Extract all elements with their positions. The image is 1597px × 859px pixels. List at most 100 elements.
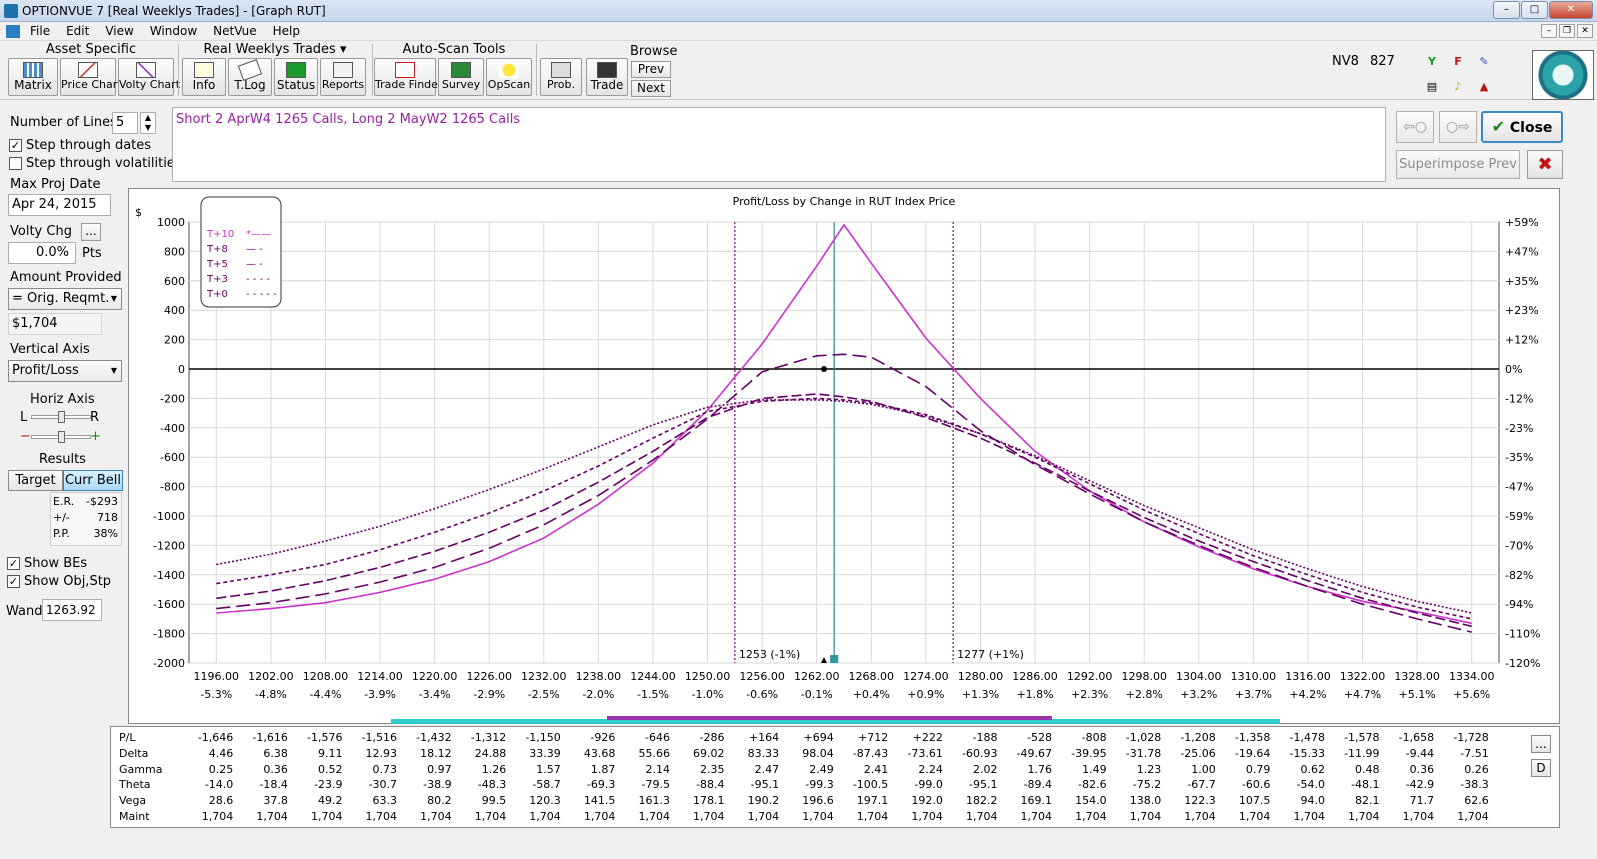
- auto-scan-title: Auto-Scan Tools: [402, 42, 506, 57]
- matrix-button[interactable]: Matrix: [8, 58, 58, 96]
- app-icon: [4, 3, 18, 18]
- mdi-doc-icon[interactable]: [6, 24, 20, 38]
- y-axis-label: $: [135, 206, 142, 219]
- table-cell: 63.3: [372, 794, 398, 808]
- y-tick-label: 600: [164, 275, 185, 288]
- info-button[interactable]: Info: [182, 58, 226, 96]
- superimpose-prev-button[interactable]: Superimpose Prev: [1396, 150, 1520, 179]
- y-right-tick-label: -23%: [1505, 422, 1533, 435]
- real-weeklys-title[interactable]: Real Weeklys Trades ▾: [180, 42, 370, 57]
- flag-icon[interactable]: F: [1450, 55, 1466, 69]
- legend-sample: *——: [246, 229, 271, 240]
- menu-view[interactable]: View: [97, 24, 141, 38]
- minimize-button[interactable]: –: [1493, 1, 1520, 19]
- alarm-icon[interactable]: ♪: [1450, 80, 1466, 94]
- table-detail-button[interactable]: D: [1531, 759, 1551, 777]
- prob-button[interactable]: Prob.: [540, 58, 582, 96]
- status-button[interactable]: Status: [274, 58, 318, 96]
- table-cell: -49.67: [1016, 746, 1053, 760]
- x-tick-pct-label: -4.8%: [255, 688, 287, 701]
- horiz-l-label: L: [20, 410, 28, 425]
- show-bes-checkbox[interactable]: ✓ Show BEs: [7, 556, 87, 571]
- alert-icon[interactable]: ▲: [1476, 80, 1492, 94]
- row-label: Vega: [119, 794, 147, 808]
- target-button[interactable]: Target: [8, 470, 63, 491]
- chevron-down-icon: ▼: [110, 366, 117, 375]
- max-proj-date-input[interactable]: Apr 24, 2015: [8, 194, 111, 216]
- volty-chg-input[interactable]: 0.0%: [8, 242, 76, 264]
- menu-window[interactable]: Window: [142, 24, 205, 38]
- show-objstp-checkbox[interactable]: ✓ Show Obj,Stp: [7, 574, 111, 589]
- mdi-close-button[interactable]: ✕: [1577, 24, 1593, 38]
- x-tick-label: 1286.00: [1012, 670, 1058, 683]
- curr-bell-button[interactable]: Curr Bell: [63, 470, 123, 491]
- amount-provided-select[interactable]: = Orig. Reqmt. ▼: [8, 288, 122, 310]
- prev-button[interactable]: Prev: [631, 61, 671, 78]
- pl-chart[interactable]: Profit/Loss by Change in RUT Index Price…: [128, 188, 1560, 724]
- table-cell: -1,576: [306, 731, 343, 744]
- probability-range-bar-inner: [607, 716, 1052, 720]
- mdi-minimize-button[interactable]: –: [1541, 24, 1557, 38]
- close-window-button[interactable]: ✕: [1549, 1, 1593, 19]
- y-right-tick-label: -12%: [1505, 392, 1533, 405]
- matrix-label: Matrix: [14, 78, 52, 92]
- trade-button[interactable]: Trade: [586, 58, 628, 96]
- menu-netvue[interactable]: NetVue: [205, 24, 264, 38]
- volty-chart-button[interactable]: Volty Chart: [118, 58, 180, 96]
- x-tick-pct-label: -0.1%: [801, 688, 833, 701]
- y-right-tick-label: -35%: [1505, 451, 1533, 464]
- reports-label: Reports: [321, 78, 365, 91]
- table-cell: -31.78: [1125, 746, 1162, 760]
- check-icon: ✔: [1491, 117, 1505, 136]
- trade-finder-button[interactable]: Trade Finder: [374, 58, 442, 96]
- table-cell: 1.87: [590, 762, 616, 776]
- forward-arrow-button[interactable]: ○⇨: [1439, 111, 1477, 143]
- menu-file[interactable]: File: [22, 24, 58, 38]
- restore-button[interactable]: □: [1521, 1, 1548, 19]
- horiz-axis-slider[interactable]: [31, 411, 91, 423]
- number-of-lines-spinner[interactable]: ▲ ▼: [140, 112, 156, 134]
- wand-input[interactable]: 1263.92: [42, 599, 102, 621]
- back-arrow-button[interactable]: ⇦○: [1396, 111, 1434, 143]
- table-cell: -1,646: [197, 731, 234, 744]
- menu-edit[interactable]: Edit: [58, 24, 97, 38]
- print-icon[interactable]: ▤: [1424, 80, 1440, 94]
- step-vols-checkbox[interactable]: Step through volatilities: [9, 156, 182, 171]
- real-weeklys-group: Real Weeklys Trades ▾ Info T.Log Status …: [180, 42, 370, 98]
- table-row: Vega 28.6 37.8 49.2 63.3 80.2 99.5 120.3 141.5 16…: [111, 794, 1561, 810]
- vertical-axis-select[interactable]: Profit/Loss ▼: [8, 360, 122, 382]
- table-cell: +694: [803, 731, 834, 744]
- table-row: P/L -1,646 -1,616 -1,576 -1,516 -1,432 -1,312 -…: [111, 731, 1561, 747]
- table-cell: 138.0: [1129, 794, 1162, 808]
- step-dates-checkbox[interactable]: ✓ Step through dates: [9, 138, 151, 153]
- zoom-slider[interactable]: [31, 431, 91, 443]
- slider-thumb[interactable]: [58, 411, 65, 423]
- tlog-button[interactable]: T.Log: [228, 58, 272, 96]
- volty-chg-button[interactable]: ...: [81, 223, 101, 241]
- table-cell: 1,704: [1457, 810, 1489, 823]
- number-of-lines-input[interactable]: 5: [112, 112, 138, 134]
- nv8-value: 827: [1370, 54, 1395, 69]
- reports-button[interactable]: Reports: [320, 58, 366, 96]
- table-options-button[interactable]: ...: [1531, 735, 1551, 753]
- survey-button[interactable]: Survey: [438, 58, 484, 96]
- opscan-button[interactable]: OpScan: [486, 58, 532, 96]
- toolbar-separator: [372, 44, 373, 96]
- table-cell: -9.44: [1405, 746, 1435, 760]
- table-cell: -87.43: [852, 746, 889, 760]
- horiz-axis-label: Horiz Axis: [30, 392, 95, 407]
- cancel-x-button[interactable]: ✖: [1527, 150, 1563, 179]
- price-chart-button[interactable]: Price Chart: [60, 58, 122, 96]
- note-icon[interactable]: ✎: [1476, 55, 1492, 69]
- y-tick-label: 0: [178, 363, 185, 376]
- mdi-restore-button[interactable]: ❐: [1559, 24, 1575, 38]
- close-button[interactable]: ✔ Close: [1481, 111, 1563, 143]
- breakeven-label: 1277 (+1%): [957, 648, 1024, 661]
- slider-thumb[interactable]: [58, 431, 65, 443]
- trade-description[interactable]: Short 2 AprW4 1265 Calls, Long 2 MayW2 1…: [172, 107, 1386, 182]
- next-button[interactable]: Next: [631, 80, 671, 97]
- x-tick-label: 1322.00: [1340, 670, 1386, 683]
- menu-help[interactable]: Help: [265, 24, 308, 38]
- yield-icon[interactable]: Y: [1424, 55, 1440, 69]
- table-cell: 37.8: [263, 794, 288, 808]
